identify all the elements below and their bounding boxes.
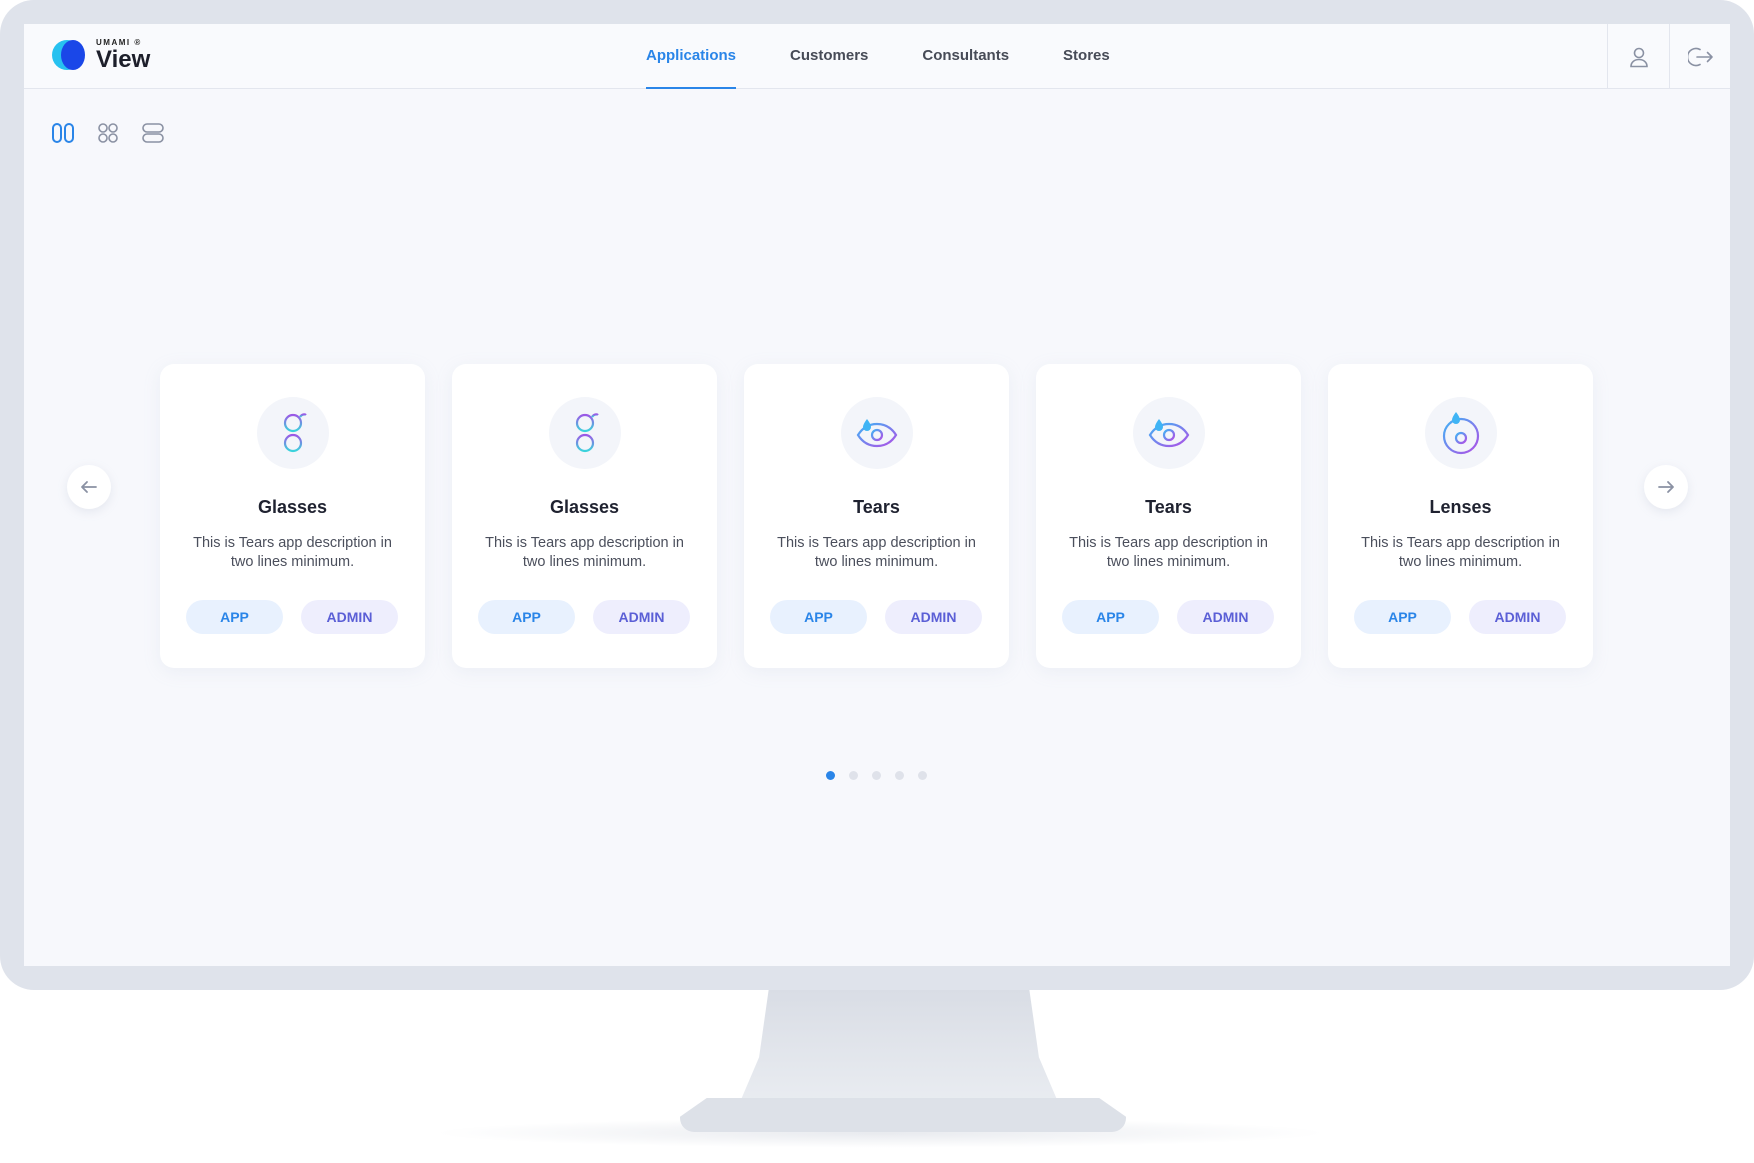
admin-button[interactable]: ADMIN [1177, 600, 1274, 634]
main-nav: Applications Customers Consultants Store… [646, 24, 1164, 89]
nav-applications[interactable]: Applications [646, 24, 737, 89]
arrow-left-icon [81, 481, 97, 493]
logout-button[interactable] [1669, 24, 1730, 89]
logo-title: View [96, 45, 151, 73]
profile-button[interactable] [1607, 24, 1669, 89]
logout-icon [1687, 47, 1713, 66]
monitor-stand [740, 990, 1058, 1102]
card-description: This is Tears app description in two lin… [1069, 535, 1268, 570]
user-icon [1629, 47, 1648, 67]
admin-button[interactable]: ADMIN [301, 600, 398, 634]
monitor-base [680, 1098, 1126, 1132]
columns-view-icon [52, 123, 74, 143]
app-button[interactable]: APP [478, 600, 575, 634]
app-card: Glasses This is Tears app description in… [452, 364, 717, 668]
app-screen: UMAMI ® View Applications Customers Cons… [24, 24, 1730, 966]
carousel-prev-button[interactable] [67, 465, 111, 509]
carousel-next-button[interactable] [1644, 465, 1688, 509]
carousel-pagination [826, 771, 941, 780]
pagination-dot[interactable] [826, 771, 835, 780]
logo[interactable]: UMAMI ® View [52, 38, 150, 72]
app-card: Tears This is Tears app description in t… [1036, 364, 1301, 668]
app-cards: Glasses This is Tears app description in… [160, 364, 1593, 668]
app-button[interactable]: APP [1354, 600, 1451, 634]
card-description: This is Tears app description in two lin… [485, 535, 684, 570]
card-title: Lenses [1429, 497, 1492, 517]
pagination-dot[interactable] [849, 771, 858, 780]
card-title: Glasses [257, 497, 328, 517]
monitor-bezel: UMAMI ® View Applications Customers Cons… [0, 0, 1754, 990]
logo-text: UMAMI ® View [96, 38, 151, 73]
eye-tear-icon [1133, 397, 1205, 469]
list-view-icon [142, 123, 164, 143]
app-card: Lenses This is Tears app description in … [1328, 364, 1593, 668]
admin-button[interactable]: ADMIN [885, 600, 982, 634]
list-view-button[interactable] [140, 120, 166, 146]
app-button[interactable]: APP [186, 600, 283, 634]
nav-customers[interactable]: Customers [790, 24, 868, 89]
admin-button[interactable]: ADMIN [1469, 600, 1566, 634]
app-button[interactable]: APP [770, 600, 867, 634]
app-card: Glasses This is Tears app description in… [160, 364, 425, 668]
card-description: This is Tears app description in two lin… [1361, 535, 1560, 570]
pagination-dot[interactable] [895, 771, 904, 780]
card-title: Glasses [549, 497, 620, 517]
arrow-right-icon [1658, 481, 1674, 493]
pagination-dot[interactable] [918, 771, 927, 780]
columns-view-button[interactable] [50, 120, 76, 146]
glasses-icon [257, 397, 329, 469]
card-description: This is Tears app description in two lin… [777, 535, 976, 570]
monitor-mockup: UMAMI ® View Applications Customers Cons… [0, 0, 1754, 1163]
glasses-icon [549, 397, 621, 469]
nav-consultants[interactable]: Consultants [922, 24, 1009, 89]
card-title: Tears [1145, 497, 1192, 517]
card-description: This is Tears app description in two lin… [193, 535, 392, 570]
app-button[interactable]: APP [1062, 600, 1159, 634]
view-toggle-group [50, 120, 185, 146]
app-card: Tears This is Tears app description in t… [744, 364, 1009, 668]
top-header: UMAMI ® View Applications Customers Cons… [24, 24, 1730, 89]
eye-tear-icon [841, 397, 913, 469]
lens-icon [1425, 397, 1497, 469]
card-title: Tears [853, 497, 900, 517]
grid-view-button[interactable] [95, 120, 121, 146]
admin-button[interactable]: ADMIN [593, 600, 690, 634]
logo-mark-icon [52, 38, 86, 72]
grid-view-icon [98, 123, 118, 143]
nav-stores[interactable]: Stores [1063, 24, 1110, 89]
pagination-dot[interactable] [872, 771, 881, 780]
